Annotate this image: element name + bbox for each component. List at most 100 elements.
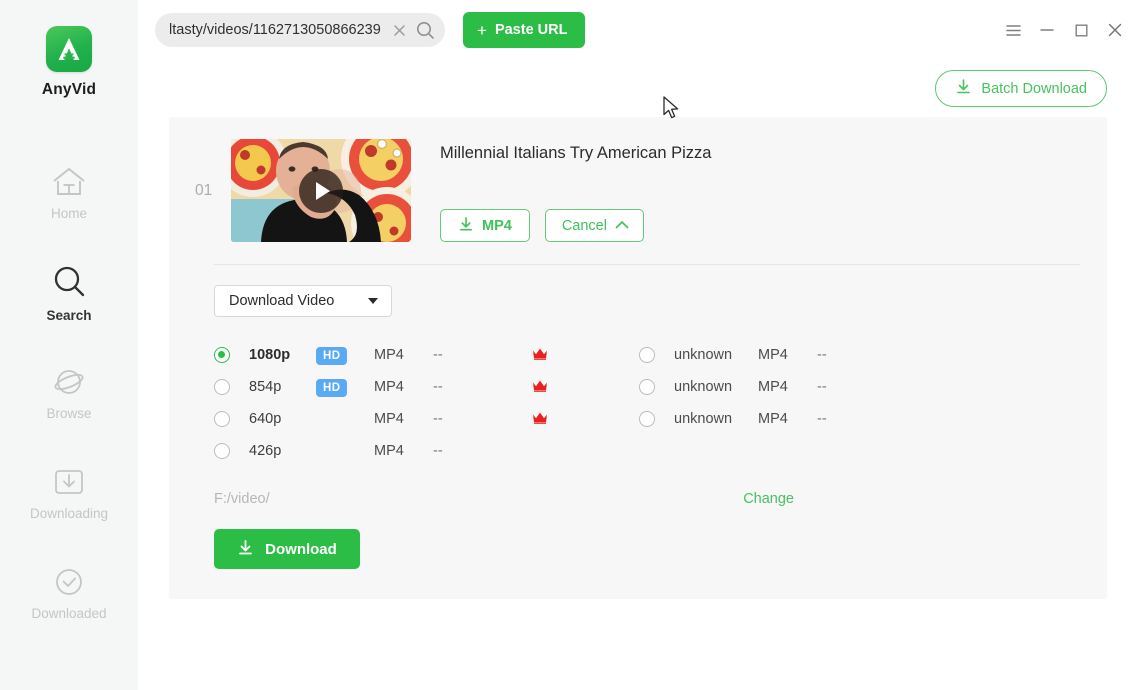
paste-url-label: Paste URL bbox=[494, 22, 568, 38]
video-title: Millennial Italians Try American Pizza bbox=[440, 144, 712, 162]
batch-toolbar: Batch Download bbox=[138, 60, 1138, 117]
save-path: F:/video/ bbox=[214, 491, 270, 508]
quality-row[interactable]: unknown MP4 -- bbox=[639, 339, 916, 371]
download-icon bbox=[237, 539, 254, 560]
play-icon[interactable] bbox=[299, 168, 343, 213]
chevron-up-icon bbox=[615, 218, 629, 234]
crown-icon bbox=[532, 411, 550, 427]
sidebar-item-browse[interactable]: Browse bbox=[0, 343, 138, 443]
card-header: 01 Millennial Italians Try American Pizz… bbox=[169, 139, 1107, 243]
video-result-card: 01 Millennial Italians Try American Pizz… bbox=[169, 117, 1107, 600]
mp4-label: MP4 bbox=[482, 217, 512, 234]
minimize-icon[interactable] bbox=[1032, 15, 1062, 45]
sidebar-item-label: Home bbox=[50, 206, 87, 221]
quality-resolution: unknown bbox=[674, 379, 733, 396]
quality-format: MP4 bbox=[374, 347, 404, 364]
download-label: Download bbox=[265, 540, 337, 558]
quality-row[interactable]: 640p MP4 -- bbox=[214, 403, 639, 435]
download-button[interactable]: Download bbox=[214, 529, 360, 570]
quality-size: -- bbox=[817, 379, 827, 396]
quality-row[interactable]: unknown MP4 -- bbox=[639, 403, 916, 435]
card-body: Download Video 1080p HD MP4 -- 854p HD M… bbox=[169, 265, 1107, 599]
quality-size: -- bbox=[433, 379, 443, 396]
quality-format: MP4 bbox=[758, 379, 788, 396]
quality-resolution: 640p bbox=[249, 411, 282, 428]
chevron-down-icon bbox=[368, 298, 378, 305]
quality-size: -- bbox=[433, 443, 443, 460]
search-submit-icon[interactable] bbox=[413, 18, 437, 42]
mp4-download-button[interactable]: MP4 bbox=[440, 209, 530, 243]
quality-radio[interactable] bbox=[214, 443, 230, 460]
card-actions: MP4 Cancel bbox=[440, 209, 1083, 243]
quality-size: -- bbox=[817, 411, 827, 428]
check-circle-icon bbox=[50, 565, 88, 599]
clear-search-icon[interactable] bbox=[387, 18, 411, 42]
quality-size: -- bbox=[817, 347, 827, 364]
sidebar-item-downloading[interactable]: Downloading bbox=[0, 443, 138, 543]
download-mode-value: Download Video bbox=[229, 293, 335, 310]
quality-radio[interactable] bbox=[639, 411, 655, 428]
sidebar-item-search[interactable]: Search bbox=[0, 243, 138, 343]
sidebar: AnyVid Home Search Browse Downloading Do… bbox=[0, 0, 138, 690]
quality-radio[interactable] bbox=[214, 379, 230, 396]
batch-download-label: Batch Download bbox=[981, 80, 1087, 97]
hd-badge: HD bbox=[316, 378, 348, 397]
cancel-button[interactable]: Cancel bbox=[544, 209, 644, 243]
download-mode-select[interactable]: Download Video bbox=[214, 285, 392, 318]
top-bar: ltasty/videos/1162713050866239 + Paste U… bbox=[138, 0, 1138, 60]
main-area: ltasty/videos/1162713050866239 + Paste U… bbox=[138, 0, 1138, 690]
quality-radio[interactable] bbox=[214, 411, 230, 428]
change-path-link[interactable]: Change bbox=[743, 491, 794, 507]
brand: AnyVid bbox=[42, 26, 96, 99]
download-icon bbox=[458, 216, 474, 236]
search-input[interactable]: ltasty/videos/1162713050866239 bbox=[155, 13, 445, 47]
download-box-icon bbox=[50, 465, 88, 499]
card-details: Millennial Italians Try American Pizza M… bbox=[411, 139, 1083, 243]
sidebar-item-label: Search bbox=[46, 308, 92, 323]
hd-badge: HD bbox=[316, 346, 348, 365]
quality-radio[interactable] bbox=[639, 379, 655, 396]
home-icon bbox=[50, 165, 88, 199]
quality-column-left: 1080p HD MP4 -- 854p HD MP4 -- 640p MP4 … bbox=[214, 339, 639, 467]
quality-resolution: unknown bbox=[674, 347, 733, 364]
hd-slot: HD bbox=[316, 346, 374, 365]
sidebar-item-home[interactable]: Home bbox=[0, 143, 138, 243]
quality-row[interactable]: 426p MP4 -- bbox=[214, 435, 639, 467]
quality-format: MP4 bbox=[374, 379, 404, 396]
paste-url-button[interactable]: + Paste URL bbox=[463, 12, 586, 48]
quality-row[interactable]: 854p HD MP4 -- bbox=[214, 371, 639, 403]
quality-resolution: 1080p bbox=[249, 347, 291, 364]
batch-download-button[interactable]: Batch Download bbox=[935, 70, 1107, 107]
hamburger-menu-icon[interactable] bbox=[998, 15, 1028, 45]
hd-slot: HD bbox=[316, 378, 374, 397]
download-icon bbox=[955, 78, 972, 99]
quality-resolution: 426p bbox=[249, 443, 282, 460]
sidebar-item-label: Downloading bbox=[29, 506, 109, 521]
sidebar-nav: Home Search Browse Downloading Downloade… bbox=[0, 143, 138, 643]
app-window: AnyVid Home Search Browse Downloading Do… bbox=[0, 0, 1138, 690]
quality-format: MP4 bbox=[374, 443, 404, 460]
quality-format: MP4 bbox=[374, 411, 404, 428]
quality-radio[interactable] bbox=[214, 347, 230, 364]
brand-name: AnyVid bbox=[41, 81, 97, 98]
quality-radio[interactable] bbox=[639, 347, 655, 364]
quality-row[interactable]: unknown MP4 -- bbox=[639, 371, 916, 403]
sidebar-item-downloaded[interactable]: Downloaded bbox=[0, 543, 138, 643]
save-path-row: F:/video/ Change bbox=[214, 491, 794, 507]
search-icon bbox=[50, 263, 88, 301]
quality-row[interactable]: 1080p HD MP4 -- bbox=[214, 339, 639, 371]
search-input-value: ltasty/videos/1162713050866239 bbox=[169, 22, 381, 38]
plus-icon: + bbox=[477, 20, 487, 40]
results-list: 01 Millennial Italians Try American Pizz… bbox=[138, 117, 1138, 600]
anyvid-logo-icon bbox=[45, 26, 92, 72]
quality-format: MP4 bbox=[758, 411, 788, 428]
quality-size: -- bbox=[433, 347, 443, 364]
maximize-icon[interactable] bbox=[1066, 15, 1096, 45]
quality-size: -- bbox=[433, 411, 443, 428]
close-icon[interactable] bbox=[1100, 15, 1130, 45]
window-controls bbox=[998, 0, 1130, 60]
result-index: 01 bbox=[195, 181, 213, 199]
sidebar-item-label: Downloaded bbox=[31, 606, 107, 621]
quality-format: MP4 bbox=[758, 347, 788, 364]
video-thumbnail[interactable] bbox=[231, 139, 411, 242]
